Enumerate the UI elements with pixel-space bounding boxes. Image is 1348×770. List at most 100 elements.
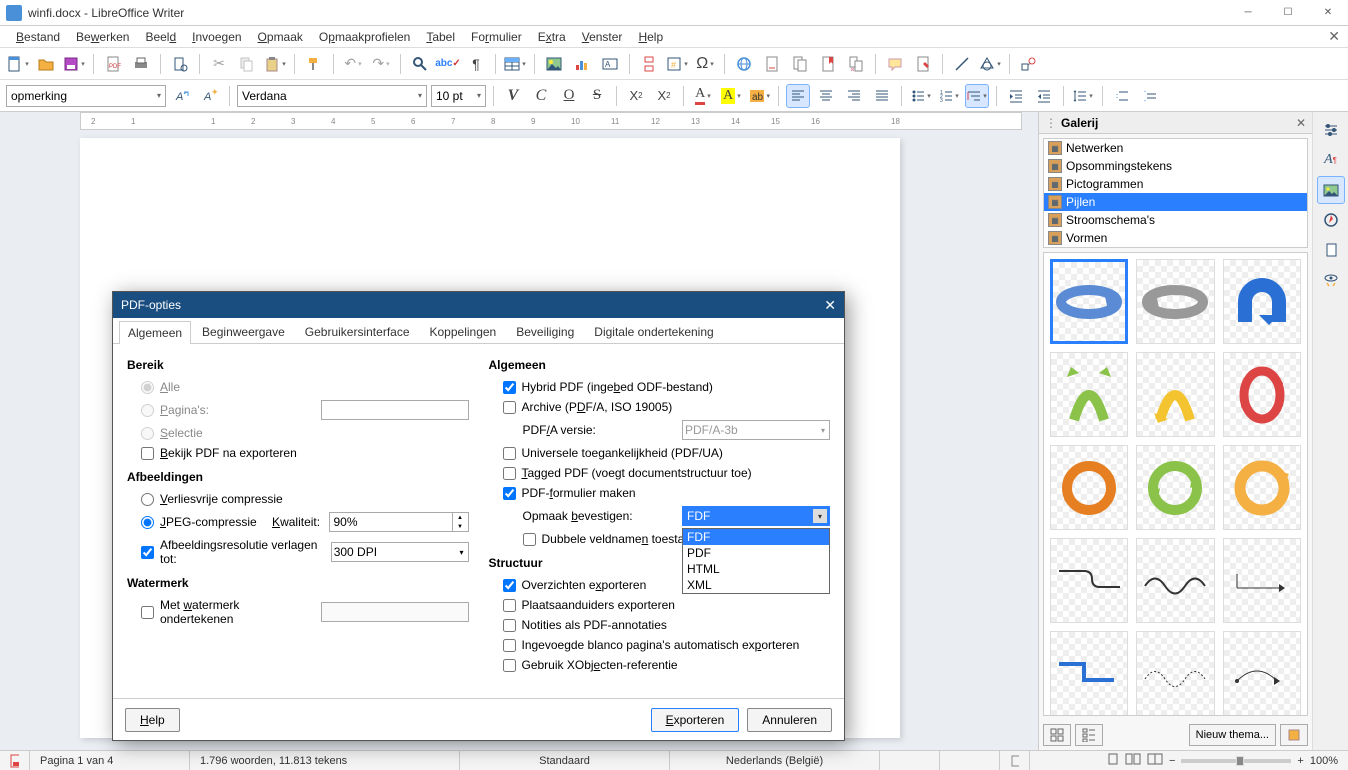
menu-bestand[interactable]: Bestand	[8, 28, 68, 46]
open-button[interactable]	[34, 52, 58, 76]
save-button[interactable]	[62, 52, 86, 76]
bullet-list-button[interactable]	[909, 84, 933, 108]
export-button[interactable]: Exporteren	[651, 708, 740, 732]
new-style-button[interactable]: A✦	[198, 84, 222, 108]
page-tab-icon[interactable]	[1317, 236, 1345, 264]
view-multi-icon[interactable]	[1125, 752, 1141, 769]
styles-tab-icon[interactable]: A¶	[1317, 146, 1345, 174]
opmaak-opt-fdf[interactable]: FDF	[683, 529, 829, 545]
formatting-marks-button[interactable]: ¶	[464, 52, 488, 76]
tab-koppelingen[interactable]: Koppelingen	[421, 320, 506, 343]
gallery-thumb[interactable]	[1136, 352, 1214, 437]
tab-beveiliging[interactable]: Beveiliging	[507, 320, 583, 343]
chk-resolutie[interactable]	[141, 546, 154, 559]
tab-algemeen[interactable]: Algemeen	[119, 321, 191, 344]
page-break-button[interactable]	[637, 52, 661, 76]
watermerk-input[interactable]	[321, 602, 469, 622]
chk-plaats[interactable]	[503, 599, 516, 612]
subscript-button[interactable]: X2	[652, 84, 676, 108]
chk-bekijk-pdf[interactable]	[141, 447, 154, 460]
status-save-icon[interactable]	[0, 751, 30, 770]
gallery-thumb[interactable]	[1223, 259, 1301, 344]
field-button[interactable]: #	[665, 52, 689, 76]
line-button[interactable]	[950, 52, 974, 76]
copy-button[interactable]	[235, 52, 259, 76]
gallery-category-list[interactable]: ▦Netwerken ▦Opsommingstekens ▦Pictogramm…	[1043, 138, 1308, 248]
endnote-button[interactable]	[788, 52, 812, 76]
dialog-close-button[interactable]: ✕	[824, 297, 836, 314]
font-size-combo[interactable]: 10 pt▾	[431, 85, 486, 107]
gallery-thumb[interactable]	[1136, 445, 1214, 530]
menu-opmaak[interactable]: Opmaak	[250, 28, 311, 46]
undo-button[interactable]: ↶	[341, 52, 365, 76]
increase-para-spacing-button[interactable]	[1110, 84, 1134, 108]
line-spacing-button[interactable]	[1071, 84, 1095, 108]
jpeg-quality-spinner[interactable]: 90%▲▼	[329, 512, 469, 532]
paste-button[interactable]	[263, 52, 287, 76]
inspector-tab-icon[interactable]	[1317, 266, 1345, 294]
cut-button[interactable]: ✂	[207, 52, 231, 76]
radio-selectie[interactable]	[141, 427, 154, 440]
help-button[interactable]: Help	[125, 708, 180, 732]
gallery-thumb[interactable]	[1136, 538, 1214, 623]
opmaak-opt-xml[interactable]: XML	[683, 577, 829, 593]
gallery-cat-vormen[interactable]: ▦Vormen	[1044, 229, 1307, 247]
gallery-thumb[interactable]	[1050, 631, 1128, 716]
status-selection[interactable]	[940, 751, 1000, 770]
insert-chart-button[interactable]	[570, 52, 594, 76]
gallery-thumb[interactable]	[1223, 445, 1301, 530]
new-doc-button[interactable]	[6, 52, 30, 76]
zoom-slider[interactable]	[1181, 759, 1291, 763]
gallery-thumb[interactable]	[1136, 259, 1214, 344]
horizontal-ruler[interactable]: 21 12 34 56 78 910 1112 1314 1516 18	[80, 112, 1022, 130]
opmaak-opt-html[interactable]: HTML	[683, 561, 829, 577]
decrease-para-spacing-button[interactable]	[1138, 84, 1162, 108]
status-page[interactable]: Pagina 1 van 4	[30, 751, 190, 770]
menu-bewerken[interactable]: Bewerken	[68, 28, 137, 46]
gallery-thumb[interactable]	[1223, 631, 1301, 716]
superscript-button[interactable]: X2	[624, 84, 648, 108]
chk-ua[interactable]	[503, 447, 516, 460]
zoom-value[interactable]: 100%	[1310, 755, 1338, 767]
align-right-button[interactable]	[842, 84, 866, 108]
view-book-icon[interactable]	[1147, 752, 1163, 769]
status-overwrite[interactable]	[880, 751, 940, 770]
char-highlight-button[interactable]: ab	[747, 84, 771, 108]
font-name-combo[interactable]: Verdana▾	[237, 85, 427, 107]
align-justify-button[interactable]	[870, 84, 894, 108]
align-center-button[interactable]	[814, 84, 838, 108]
status-lang[interactable]: Nederlands (België)	[670, 751, 880, 770]
tab-gebruikersinterface[interactable]: Gebruikersinterface	[296, 320, 419, 343]
update-style-button[interactable]: A	[170, 84, 194, 108]
cancel-button[interactable]: Annuleren	[747, 708, 832, 732]
gallery-icon-view-button[interactable]	[1043, 724, 1071, 746]
bold-button[interactable]: V	[501, 84, 525, 108]
chk-overzichten[interactable]	[503, 579, 516, 592]
print-preview-button[interactable]	[168, 52, 192, 76]
footnote-button[interactable]	[760, 52, 784, 76]
tab-beginweergave[interactable]: Beginweergave	[193, 320, 294, 343]
insert-image-button[interactable]	[542, 52, 566, 76]
cross-ref-button[interactable]	[844, 52, 868, 76]
menu-venster[interactable]: Venster	[574, 28, 631, 46]
radio-alle[interactable]	[141, 381, 154, 394]
status-sig-icon[interactable]	[1000, 751, 1030, 770]
chk-hybrid[interactable]	[503, 381, 516, 394]
new-theme-button[interactable]: Nieuw thema...	[1189, 724, 1276, 746]
paginas-input[interactable]	[321, 400, 469, 420]
zoom-out-button[interactable]: −	[1169, 755, 1175, 767]
clone-formatting-button[interactable]	[302, 52, 326, 76]
opmaak-opt-pdf[interactable]: PDF	[683, 545, 829, 561]
zoom-in-button[interactable]: +	[1297, 755, 1303, 767]
menu-extra[interactable]: Extra	[530, 28, 574, 46]
decrease-indent-button[interactable]	[1032, 84, 1056, 108]
track-changes-button[interactable]	[911, 52, 935, 76]
properties-tab-icon[interactable]	[1317, 116, 1345, 144]
paragraph-style-combo[interactable]: opmerking▾	[6, 85, 166, 107]
gallery-cat-opsomming[interactable]: ▦Opsommingstekens	[1044, 157, 1307, 175]
gallery-thumb[interactable]	[1050, 352, 1128, 437]
table-button[interactable]	[503, 52, 527, 76]
chk-xobj[interactable]	[503, 659, 516, 672]
chk-tagged[interactable]	[503, 467, 516, 480]
hyperlink-button[interactable]	[732, 52, 756, 76]
